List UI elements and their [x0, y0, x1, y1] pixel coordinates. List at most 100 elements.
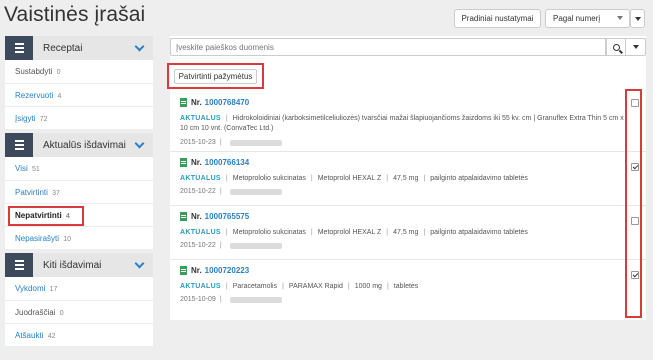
record-number-link[interactable]: 1000768470 [205, 98, 250, 107]
record-date: 2015-10-22 [180, 188, 216, 195]
record-form: pailginto atpalaidavimo tabletės [430, 175, 528, 182]
record-nr-label: Nr. [191, 98, 202, 107]
search-options-button[interactable] [626, 38, 646, 56]
status-badge: AKTUALUS [180, 175, 221, 182]
sidebar-item-atsaukti[interactable]: Atšaukti 42 [5, 323, 153, 346]
document-icon [180, 212, 187, 221]
page-title: Vaistinės įrašai [4, 3, 146, 26]
record-substance: Metoprololio sukcinatas [232, 229, 306, 236]
sidebar-item-nepasirasyti[interactable]: Nepasirašyti 10 [5, 226, 153, 249]
record-nr-label: Nr. [191, 158, 202, 167]
record-number-link[interactable]: 1000720223 [205, 266, 250, 275]
panel-title: Receptai [43, 42, 83, 54]
sidebar-item-count: 17 [49, 286, 58, 293]
record-date: 2015-10-23 [180, 139, 216, 146]
sidebar-item-patvirtinti[interactable]: Patvirtinti 37 [5, 180, 153, 203]
list-item: Nr. 1000720223 AKTUALUS | Paracetamolis | PA… [170, 260, 646, 314]
caret-down-icon [634, 16, 641, 21]
status-badge: AKTUALUS [180, 229, 221, 236]
record-substance: Paracetamolis [232, 283, 278, 290]
sidebar-item-count: 37 [52, 190, 60, 197]
list-item: Nr. 1000768470 AKTUALUS | Hidrokoloidiniai… [170, 92, 646, 152]
sidebar-item-count: 4 [57, 93, 62, 100]
sidebar-item-juodrasciai[interactable]: Juodraščiai 0 [5, 300, 153, 323]
status-badge: AKTUALUS [180, 283, 221, 290]
search-bar [170, 38, 646, 56]
record-nr-label: Nr. [191, 266, 202, 275]
list-item: Nr. 1000765575 AKTUALUS | Metoprololio suk… [170, 206, 646, 260]
sidebar-item-isigyti[interactable]: Įsigyti 72 [5, 106, 153, 129]
list-icon [5, 36, 33, 60]
panel-other-header[interactable]: Kiti išdavimai [5, 253, 153, 277]
sidebar-item-visi[interactable]: Visi 51 [5, 157, 153, 180]
sidebar: Receptai Sustabdyti 0 Rezervuoti 4 Įsigy… [5, 36, 153, 350]
redacted-text [229, 139, 282, 146]
record-date: 2015-10-09 [180, 296, 216, 303]
redacted-text [229, 242, 282, 249]
record-meta: 2015-10-22 | [180, 188, 282, 195]
sidebar-item-count: 0 [56, 69, 61, 76]
sidebar-item-count: 0 [59, 310, 64, 317]
chevron-down-icon [134, 41, 145, 52]
record-date: 2015-10-22 [180, 242, 216, 249]
record-product: Metoprolol HEXAL Z [317, 175, 382, 182]
chevron-down-icon [617, 16, 623, 20]
record-form: pailginto atpalaidavimo tabletės [430, 229, 528, 236]
record-meta: 2015-10-23 | [180, 139, 282, 146]
record-form: tabletės [393, 283, 419, 290]
panel-title: Aktualūs išdavimai [43, 139, 126, 151]
panel-title: Kiti išdavimai [43, 259, 102, 271]
sidebar-item-rezervuoti[interactable]: Rezervuoti 4 [5, 83, 153, 106]
sidebar-item-count: 51 [31, 166, 40, 173]
sidebar-item-label: Visi [15, 164, 28, 173]
sidebar-item-nepatvirtinti[interactable]: Nepatvirtinti 4 [5, 203, 153, 226]
record-detail-text: Hidrokoloidiniai (karboksimetilceliulioz… [180, 115, 624, 132]
sort-direction-button[interactable] [630, 9, 645, 28]
search-input[interactable] [170, 38, 606, 56]
sidebar-item-count: 42 [47, 333, 56, 340]
record-header: Nr. 1000766134 [180, 158, 249, 167]
sidebar-item-label: Patvirtinti [15, 188, 48, 197]
reset-defaults-button[interactable]: Pradiniai nustatymai [454, 9, 541, 28]
list-icon [5, 253, 33, 277]
list-icon [5, 133, 33, 157]
record-details: AKTUALUS | Hidrokoloidiniai (karboksimetil… [180, 115, 624, 132]
sidebar-item-label: Atšaukti [15, 331, 44, 340]
sidebar-item-vykdomi[interactable]: Vykdomi 17 [5, 277, 153, 300]
document-icon [180, 158, 187, 167]
record-product: PARAMAX Rapid [288, 283, 343, 290]
sidebar-item-count: 10 [63, 236, 72, 243]
panel-recipes: Receptai Sustabdyti 0 Rezervuoti 4 Įsigy… [5, 36, 153, 129]
panel-other: Kiti išdavimai Vykdomi 17 Juodraščiai 0 … [5, 253, 153, 346]
search-button[interactable] [606, 38, 626, 56]
redacted-text [229, 188, 282, 195]
sidebar-item-sustabdyti[interactable]: Sustabdyti 0 [5, 60, 153, 83]
panel-current: Aktualūs išdavimai Visi 51 Patvirtinti 3… [5, 133, 153, 249]
record-number-link[interactable]: 1000765575 [205, 212, 250, 221]
record-details: AKTUALUS | Paracetamolis | PARAMAX Rapid | 100… [180, 283, 419, 290]
record-dose: 1000 mg [354, 283, 382, 290]
sidebar-item-count: 72 [39, 116, 48, 123]
panel-current-header[interactable]: Aktualūs išdavimai [5, 133, 153, 157]
sidebar-item-label: Vykdomi [15, 284, 46, 293]
confirm-selected-button[interactable]: Patvirtinti pažymėtus [173, 68, 258, 84]
sidebar-item-label: Juodraščiai [15, 308, 56, 317]
panel-recipes-header[interactable]: Receptai [5, 36, 153, 60]
sort-select-label: Pagal numerį [553, 14, 601, 23]
record-list: Nr. 1000768470 AKTUALUS | Hidrokoloidiniai… [170, 92, 646, 314]
sort-select[interactable]: Pagal numerį [545, 9, 630, 28]
record-number-link[interactable]: 1000766134 [205, 158, 250, 167]
record-details: AKTUALUS | Metoprololio sukcinatas | Metopro… [180, 229, 528, 236]
document-icon [180, 98, 187, 107]
record-product: Metoprolol HEXAL Z [317, 229, 382, 236]
record-meta: 2015-10-09 | [180, 296, 282, 303]
confirm-selected-highlight: Patvirtinti pažymėtus [167, 63, 264, 89]
sidebar-item-label: Nepasirašyti [15, 234, 60, 243]
record-dose: 47,5 mg [393, 175, 419, 182]
active-highlight-box [8, 206, 84, 226]
caret-down-icon [632, 45, 639, 49]
search-icon [612, 43, 620, 51]
redacted-text [229, 296, 282, 303]
list-item: Nr. 1000766134 AKTUALUS | Metoprololio suk… [170, 152, 646, 206]
sidebar-item-label: Rezervuoti [15, 91, 54, 100]
